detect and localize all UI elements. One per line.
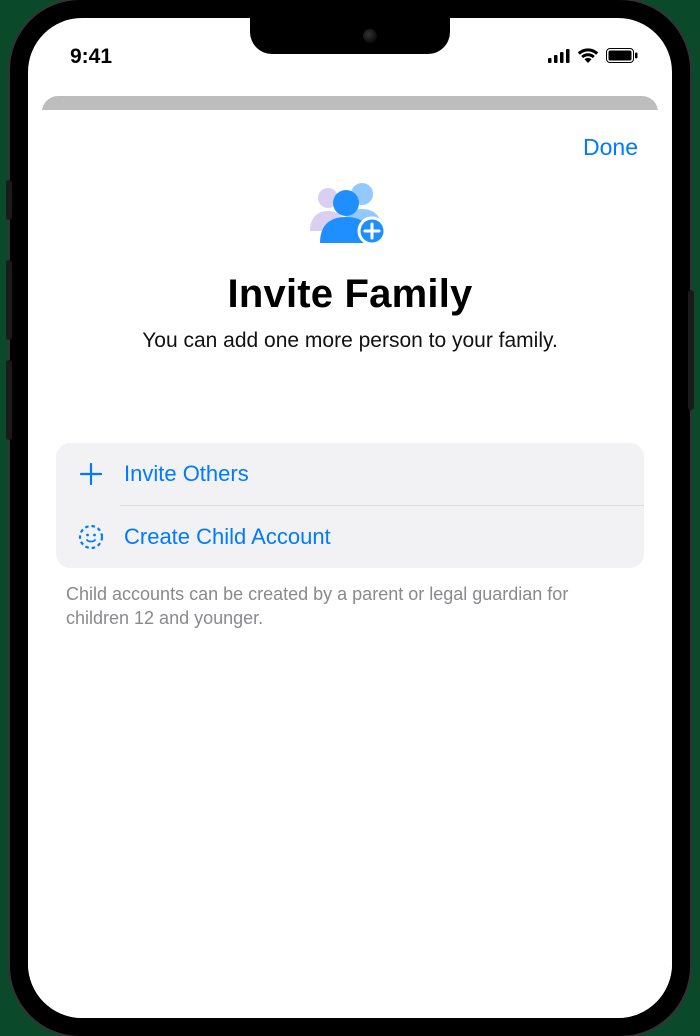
create-child-label: Create Child Account bbox=[124, 524, 331, 550]
modal-sheet: Done bbox=[28, 110, 672, 1018]
invite-others-label: Invite Others bbox=[124, 461, 249, 487]
iphone-frame: 9:41 bbox=[10, 0, 690, 1036]
create-child-account-button[interactable]: Create Child Account bbox=[56, 506, 644, 568]
front-camera bbox=[363, 29, 377, 43]
page-title: Invite Family bbox=[56, 272, 644, 317]
screen: 9:41 bbox=[28, 18, 672, 1018]
notch bbox=[250, 18, 450, 54]
page-subtitle: You can add one more person to your fami… bbox=[56, 329, 644, 353]
status-indicators bbox=[548, 45, 638, 69]
sheet-header: Done bbox=[56, 130, 644, 171]
volume-up bbox=[6, 260, 12, 340]
battery-icon bbox=[606, 45, 638, 69]
option-list: Invite Others Create Child Account bbox=[56, 443, 644, 568]
family-add-icon bbox=[304, 181, 396, 254]
power-button bbox=[688, 290, 694, 410]
footnote: Child accounts can be created by a paren… bbox=[56, 568, 644, 631]
child-face-icon bbox=[78, 524, 104, 550]
hero-section: Invite Family You can add one more perso… bbox=[56, 171, 644, 353]
cellular-icon bbox=[548, 45, 570, 69]
plus-icon bbox=[78, 461, 104, 487]
wifi-icon bbox=[577, 45, 599, 69]
mute-switch bbox=[6, 180, 12, 220]
status-time: 9:41 bbox=[70, 45, 112, 69]
invite-others-button[interactable]: Invite Others bbox=[56, 443, 644, 505]
volume-down bbox=[6, 360, 12, 440]
done-button[interactable]: Done bbox=[583, 134, 638, 161]
